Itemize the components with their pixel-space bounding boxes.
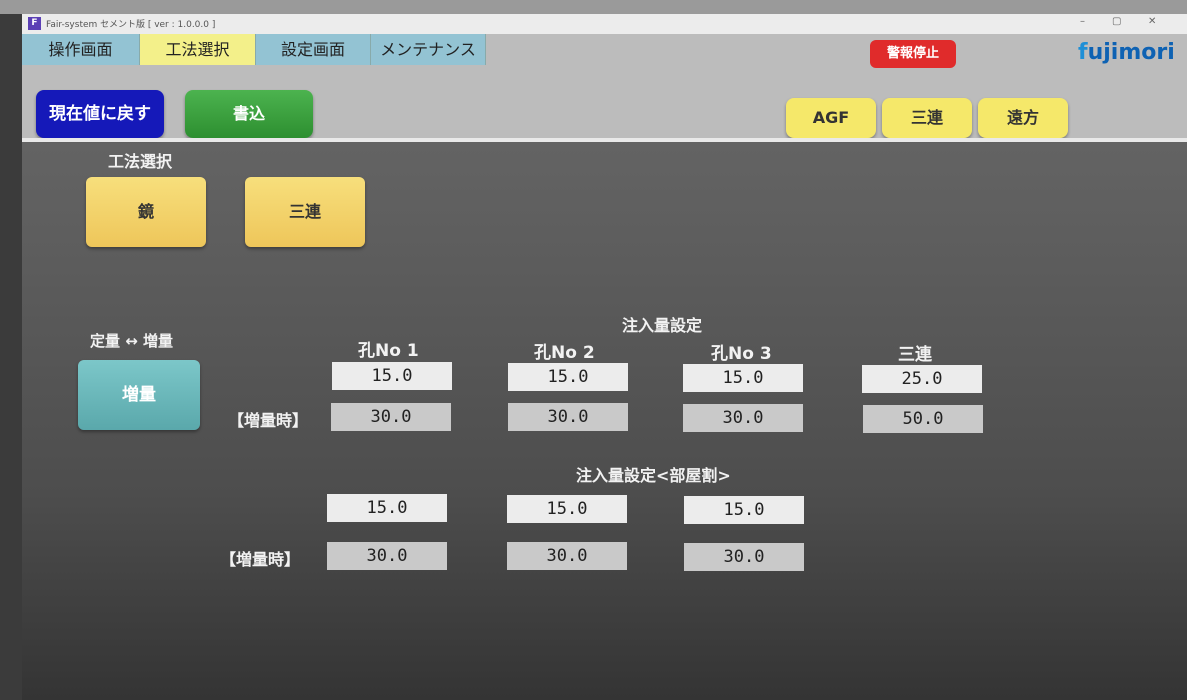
column-hole-2: 孔No 2 bbox=[534, 343, 595, 363]
room-hole-3-normal[interactable]: 15.0 bbox=[684, 496, 804, 524]
room-hole-1-normal[interactable]: 15.0 bbox=[327, 494, 447, 522]
injection-hole-2-increased[interactable]: 30.0 bbox=[508, 403, 628, 431]
method-select-title: 工法選択 bbox=[108, 152, 173, 171]
app-screen: F Fair-system セメント版 [ ver : 1.0.0.0 ] – … bbox=[22, 14, 1187, 700]
room-hole-2-increased[interactable]: 30.0 bbox=[507, 542, 627, 570]
remote-button[interactable]: 遠方 bbox=[978, 98, 1068, 138]
injection-sanren-normal[interactable]: 25.0 bbox=[862, 365, 982, 393]
mode-toggle-title: 定量 ↔ 増量 bbox=[90, 332, 174, 350]
header: 操作画面 工法選択 設定画面 メンテナンス 警報停止 fujimori 現在値に… bbox=[22, 34, 1187, 138]
injection-hole-3-increased[interactable]: 30.0 bbox=[683, 404, 803, 432]
minimize-icon[interactable]: – bbox=[1080, 16, 1085, 27]
increase-mode-button[interactable]: 増量 bbox=[78, 360, 200, 430]
injection-hole-1-normal[interactable]: 15.0 bbox=[332, 362, 452, 390]
sanren-button[interactable]: 三連 bbox=[882, 98, 972, 138]
logo-mark: f bbox=[1078, 40, 1088, 65]
injection-sanren-increased[interactable]: 50.0 bbox=[863, 405, 983, 433]
column-hole-3: 孔No 3 bbox=[711, 344, 772, 364]
room-hole-1-increased[interactable]: 30.0 bbox=[327, 542, 447, 570]
app-icon: F bbox=[28, 17, 41, 30]
tab-operation[interactable]: 操作画面 bbox=[22, 34, 140, 65]
room-hole-3-increased[interactable]: 30.0 bbox=[684, 543, 804, 571]
injection-hole-2-normal[interactable]: 15.0 bbox=[508, 363, 628, 391]
tab-maintenance[interactable]: メンテナンス bbox=[371, 34, 486, 65]
logo-text: ujimori bbox=[1087, 40, 1175, 65]
monitor-bezel bbox=[0, 0, 1187, 14]
write-button[interactable]: 書込 bbox=[185, 90, 313, 138]
room-division-title: 注入量設定<部屋割> bbox=[576, 466, 731, 485]
column-sanren: 三連 bbox=[898, 345, 932, 365]
agf-button[interactable]: AGF bbox=[786, 98, 876, 138]
tab-method-select[interactable]: 工法選択 bbox=[140, 34, 256, 65]
tab-settings[interactable]: 設定画面 bbox=[256, 34, 371, 65]
injection-hole-1-increased[interactable]: 30.0 bbox=[331, 403, 451, 431]
sanren-method-button[interactable]: 三連 bbox=[245, 177, 365, 247]
window-titlebar: F Fair-system セメント版 [ ver : 1.0.0.0 ] – … bbox=[22, 14, 1187, 34]
maximize-icon[interactable]: ▢ bbox=[1112, 16, 1121, 27]
increase-row-label: 【増量時】 bbox=[228, 411, 309, 430]
window-title: Fair-system セメント版 [ ver : 1.0.0.0 ] bbox=[46, 20, 216, 30]
alarm-stop-button[interactable]: 警報停止 bbox=[870, 40, 956, 68]
fujimori-logo: fujimori bbox=[1078, 40, 1175, 65]
close-icon[interactable]: ✕ bbox=[1148, 16, 1156, 27]
column-hole-1: 孔No 1 bbox=[358, 341, 419, 361]
header-divider bbox=[22, 138, 1187, 142]
reset-to-current-button[interactable]: 現在値に戻す bbox=[36, 90, 164, 138]
injection-settings-title: 注入量設定 bbox=[622, 316, 703, 335]
kagami-button[interactable]: 鏡 bbox=[86, 177, 206, 247]
injection-hole-3-normal[interactable]: 15.0 bbox=[683, 364, 803, 392]
room-increase-row-label: 【増量時】 bbox=[220, 550, 301, 569]
room-hole-2-normal[interactable]: 15.0 bbox=[507, 495, 627, 523]
